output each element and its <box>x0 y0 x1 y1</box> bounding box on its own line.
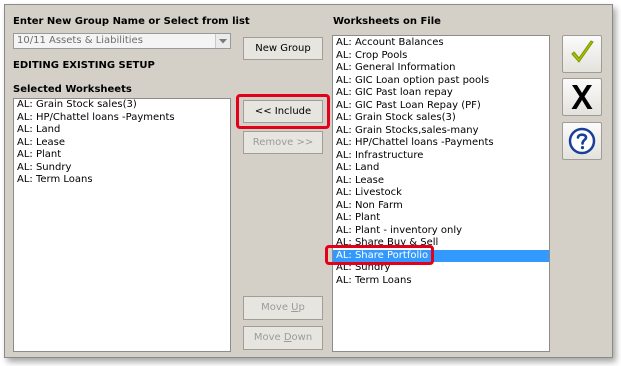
mode-label: EDITING EXISTING SETUP <box>13 60 155 71</box>
list-item[interactable]: AL: Plant <box>333 212 549 225</box>
move-down-button[interactable]: Move Down <box>243 326 323 350</box>
list-item[interactable]: AL: General Information <box>333 62 549 75</box>
list-item[interactable]: AL: GIC Past loan repay <box>333 87 549 100</box>
list-item[interactable]: AL: Plant - inventory only <box>333 225 549 238</box>
list-item[interactable]: AL: Grain Stocks,sales-many <box>333 125 549 138</box>
x-icon <box>571 85 593 109</box>
worksheets-on-file-list[interactable]: AL: Account Balances AL: Crop Pools AL: Ge… <box>332 35 550 352</box>
list-item[interactable]: AL: Non Farm <box>333 200 549 213</box>
remove-label: Remove >> <box>252 137 314 148</box>
group-name-value: 10/11 Assets & Liabilities <box>17 35 143 46</box>
list-item[interactable]: AL: Lease <box>333 175 549 188</box>
move-down-label: Move Down <box>253 332 313 343</box>
worksheet-group-dialog: Enter New Group Name or Select from list… <box>4 4 613 358</box>
list-item[interactable]: AL: HP/Chattel loans -Payments <box>333 137 549 150</box>
list-item[interactable]: AL: Grain Stock sales(3) <box>14 99 230 112</box>
selected-worksheets-list[interactable]: AL: Grain Stock sales(3) AL: HP/Chattel l… <box>13 98 231 352</box>
move-up-button[interactable]: Move Up <box>243 296 323 320</box>
list-item[interactable]: AL: Term Loans <box>14 174 230 187</box>
list-item[interactable]: AL: Share Portfolio <box>333 249 549 262</box>
ok-button[interactable] <box>562 35 602 73</box>
new-group-button[interactable]: New Group <box>243 37 323 60</box>
question-icon <box>568 127 596 155</box>
list-item[interactable]: AL: Land <box>14 124 230 137</box>
include-label: << Include <box>254 106 312 117</box>
list-item[interactable]: AL: Plant <box>14 149 230 162</box>
list-item[interactable]: AL: Infrastructure <box>333 150 549 163</box>
list-item[interactable]: AL: GIC Past Loan Repay (PF) <box>333 100 549 113</box>
list-item[interactable]: AL: GIC Loan option past pools <box>333 75 549 88</box>
list-item[interactable]: AL: Grain Stock sales(3) <box>333 112 549 125</box>
selected-worksheets-label: Selected Worksheets <box>13 84 132 95</box>
list-item[interactable]: AL: HP/Chattel loans -Payments <box>14 112 230 125</box>
new-group-label: New Group <box>255 43 311 54</box>
list-item[interactable]: AL: Land <box>333 162 549 175</box>
move-up-label: Move Up <box>261 302 305 313</box>
list-item[interactable]: AL: Account Balances <box>333 37 549 50</box>
list-item[interactable]: AL: Crop Pools <box>333 50 549 63</box>
cancel-button[interactable] <box>562 78 602 116</box>
group-name-combobox[interactable]: 10/11 Assets & Liabilities <box>13 33 231 49</box>
chevron-down-icon[interactable] <box>215 34 230 48</box>
list-item[interactable]: AL: Share Buy & Sell <box>333 237 549 250</box>
list-item[interactable]: AL: Sundry <box>333 262 549 275</box>
list-item[interactable]: AL: Livestock <box>333 187 549 200</box>
list-item[interactable]: AL: Lease <box>14 137 230 150</box>
include-button[interactable]: << Include <box>243 100 323 123</box>
checkmark-icon <box>571 40 594 63</box>
worksheets-on-file-label: Worksheets on File <box>333 16 441 27</box>
remove-button[interactable]: Remove >> <box>243 131 323 154</box>
list-item[interactable]: AL: Sundry <box>14 162 230 175</box>
list-item[interactable]: AL: Term Loans <box>333 275 549 288</box>
help-button[interactable] <box>562 122 602 160</box>
group-name-label: Enter New Group Name or Select from list <box>13 16 250 27</box>
